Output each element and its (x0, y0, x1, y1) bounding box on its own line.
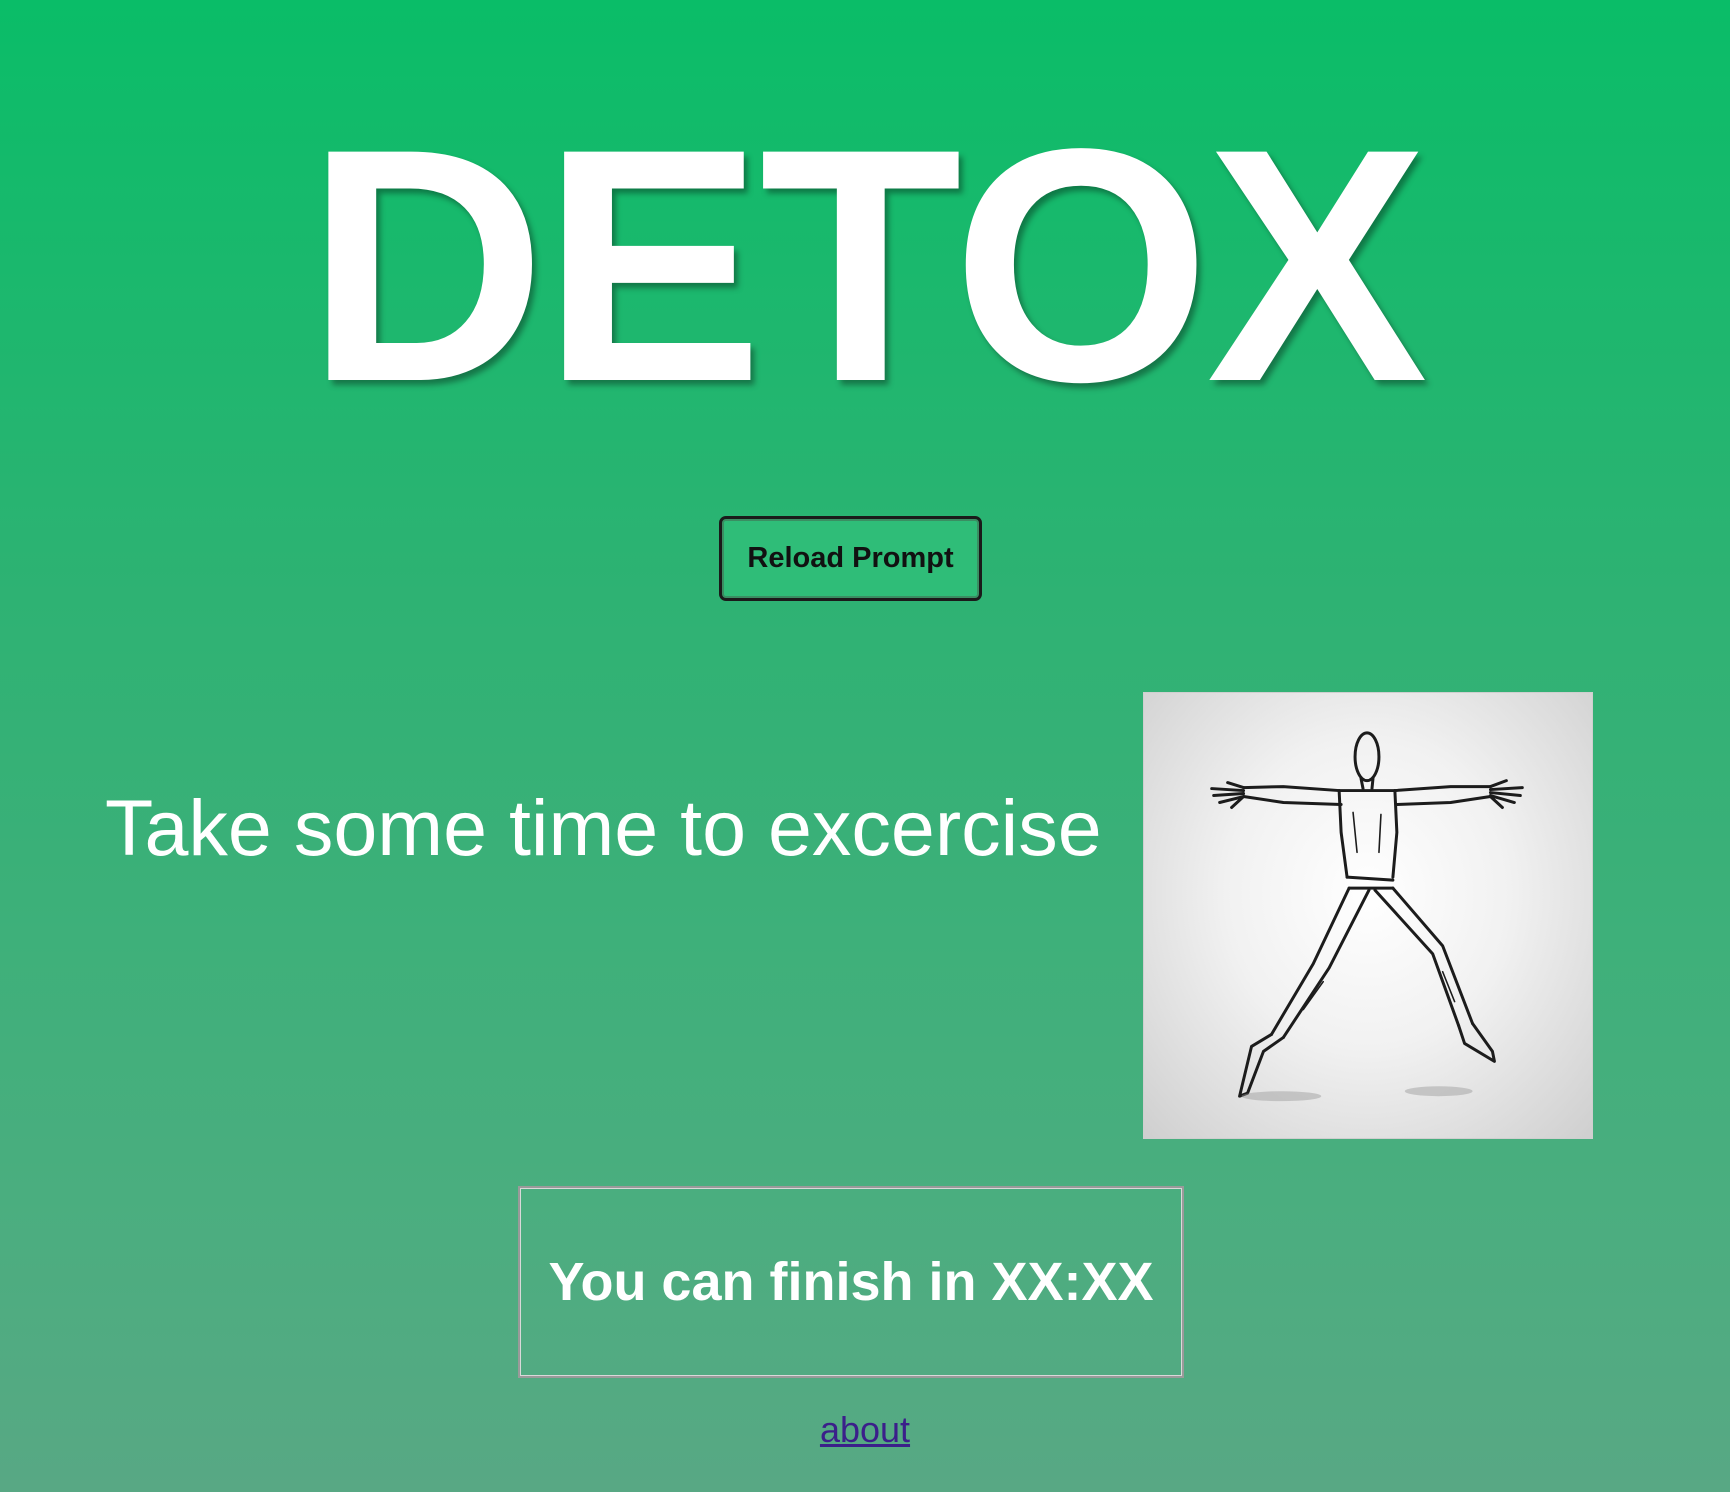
exercise-figure-icon (1210, 731, 1524, 1102)
exercise-sketch-image (1143, 692, 1593, 1139)
prompt-text: Take some time to excercise (105, 783, 1102, 872)
timer-box: You can finish in XX:XX (518, 1186, 1184, 1378)
finish-time-text: You can finish in XX:XX (548, 1252, 1154, 1312)
page-title: DETOX (306, 80, 1428, 451)
reload-prompt-button[interactable]: Reload Prompt (719, 516, 982, 601)
footer: about (0, 1412, 1730, 1448)
about-link[interactable]: about (820, 1409, 910, 1450)
